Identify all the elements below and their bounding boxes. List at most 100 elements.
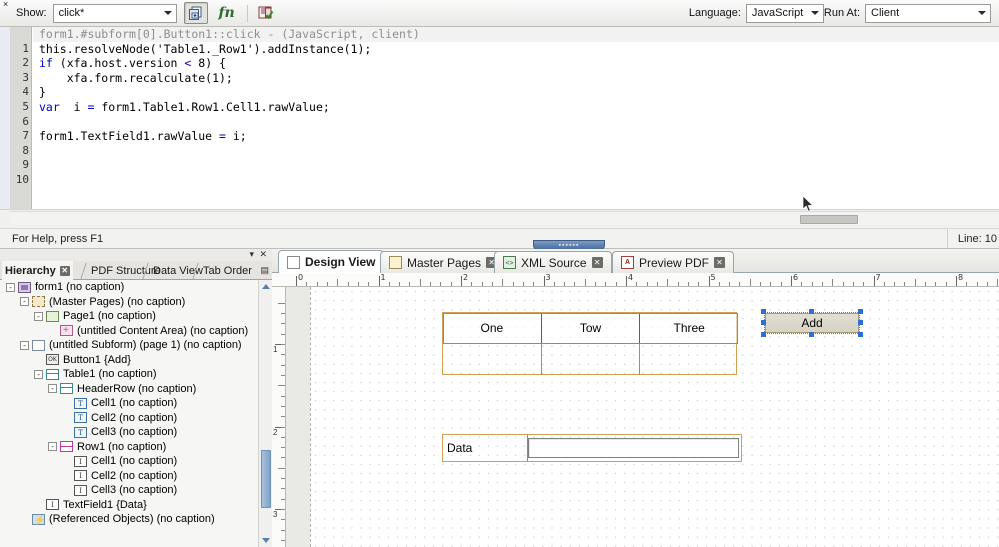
tree-node[interactable]: - (Master Pages) (no caption): [0, 295, 258, 310]
table-body-cell[interactable]: [443, 344, 542, 375]
code-line[interactable]: xfa.form.recalculate(1);: [33, 71, 999, 86]
code-line[interactable]: if (xfa.host.version < 8) {: [33, 56, 999, 71]
resize-handle-se[interactable]: [858, 332, 863, 337]
close-icon[interactable]: ×: [3, 0, 8, 9]
tree-node[interactable]: (untitled Content Area) (no caption): [0, 324, 258, 339]
code-line[interactable]: [33, 144, 999, 159]
design-tab-master-pages[interactable]: Master Pages ✕: [380, 251, 507, 273]
collapse-toggle-icon[interactable]: -: [34, 369, 43, 379]
show-event-dropdown[interactable]: click*: [52, 3, 177, 23]
design-tab-design-view[interactable]: Design View: [278, 250, 385, 273]
tree-node[interactable]: I Cell1 (no caption): [0, 454, 258, 469]
collapse-toggle-icon[interactable]: -: [48, 442, 57, 452]
editor-horizontal-scrollbar[interactable]: [10, 211, 999, 225]
chevron-down-icon[interactable]: ▾: [249, 249, 254, 259]
resize-handle-ne[interactable]: [858, 309, 863, 314]
scroll-up-arrow-icon[interactable]: [262, 284, 270, 289]
tree-node-label: Cell3 (no caption): [91, 484, 178, 496]
tree-node[interactable]: I Cell3 (no caption): [0, 483, 258, 498]
horizontal-ruler[interactable]: 0 1 2 3 4 5 6 7 8: [272, 273, 999, 287]
resize-handle-nw[interactable]: [761, 309, 766, 314]
hierarchy-tab-tab-order[interactable]: Tab Order: [200, 261, 255, 280]
close-icon[interactable]: ✕: [591, 257, 603, 268]
ruler-major-tick: [461, 276, 462, 286]
tree-node[interactable]: - (untitled Subform) (page 1) (no caption…: [0, 338, 258, 353]
tree-node[interactable]: T Cell3 (no caption): [0, 425, 258, 440]
design-table[interactable]: One Tow Three: [442, 312, 739, 375]
resize-handle-n[interactable]: [809, 309, 814, 314]
ruler-minor-tick: [832, 279, 834, 286]
tree-node[interactable]: - Row1 (no caption): [0, 440, 258, 455]
scroll-down-arrow-icon[interactable]: [262, 538, 270, 543]
tree-node[interactable]: - Table1 (no caption): [0, 367, 258, 382]
ruler-minor-tick: [502, 279, 504, 286]
hierarchy-tab-hierarchy[interactable]: Hierarchy ✕: [2, 261, 73, 280]
hierarchy-vertical-scrollbar[interactable]: [258, 280, 272, 547]
resize-handle-e[interactable]: [858, 320, 863, 325]
code-line[interactable]: this.resolveNode('Table1._Row1').addInst…: [33, 42, 999, 57]
code-line[interactable]: form1.TextField1.rawValue = i;: [33, 129, 999, 144]
tree-node[interactable]: - Page1 (no caption): [0, 309, 258, 324]
code-line[interactable]: [33, 158, 999, 173]
tree-node[interactable]: OK Button1 {Add}: [0, 353, 258, 368]
design-tab-xml-source[interactable]: <> XML Source ✕: [494, 251, 612, 273]
collapse-toggle-icon[interactable]: -: [48, 384, 57, 394]
tree-node[interactable]: (Referenced Objects) (no caption): [0, 512, 258, 527]
collapse-toggle-icon[interactable]: -: [20, 340, 29, 350]
hierarchy-scroll-thumb[interactable]: [261, 450, 271, 508]
tab-overflow-menu-icon[interactable]: ▤: [260, 265, 269, 276]
table-body-row[interactable]: [443, 344, 738, 375]
tree-node[interactable]: T Cell2 (no caption): [0, 411, 258, 426]
code-text-area[interactable]: form1.#subform[0].Button1::click - (Java…: [33, 27, 999, 209]
design-canvas[interactable]: One Tow Three Add Data: [286, 287, 999, 547]
add-button-selection[interactable]: Add: [761, 309, 863, 337]
table-body-cell[interactable]: [640, 344, 738, 375]
table-header-row[interactable]: One Tow Three: [443, 313, 739, 344]
add-button[interactable]: Add: [765, 313, 859, 333]
form-page-sheet[interactable]: One Tow Three Add Data: [310, 287, 999, 547]
code-line[interactable]: }: [33, 85, 999, 100]
code-line[interactable]: [33, 173, 999, 188]
script-editor[interactable]: 012345678910 form1.#subform[0].Button1::…: [0, 27, 999, 210]
collapse-toggle-icon[interactable]: -: [34, 311, 43, 321]
table-header-cell[interactable]: Tow: [541, 313, 641, 343]
close-icon[interactable]: ✕: [59, 265, 70, 276]
tree-node[interactable]: I Cell2 (no caption): [0, 469, 258, 484]
function-builder-button[interactable]: fn: [215, 2, 239, 24]
chevron-down-icon: [978, 11, 986, 15]
data-text-field[interactable]: Data: [442, 434, 742, 462]
code-line[interactable]: var i = form1.Table1.Row1.Cell1.rawValue…: [33, 100, 999, 115]
vertical-ruler[interactable]: 1 2 3: [272, 287, 286, 547]
resize-handle-sw[interactable]: [761, 332, 766, 337]
language-dropdown[interactable]: JavaScript: [745, 3, 824, 23]
validate-script-button[interactable]: [254, 2, 278, 24]
close-icon[interactable]: ✕: [259, 249, 267, 259]
code-line[interactable]: [33, 115, 999, 130]
collapse-toggle-icon[interactable]: -: [20, 297, 29, 307]
tree-node[interactable]: - form1 (no caption): [0, 280, 258, 295]
field-icon: I: [46, 499, 59, 511]
tree-node[interactable]: I TextField1 {Data}: [0, 498, 258, 513]
table-body-cell[interactable]: [542, 344, 641, 375]
resize-handle-w[interactable]: [761, 320, 766, 325]
runat-dropdown[interactable]: Client: [865, 3, 991, 23]
hierarchy-tree[interactable]: - form1 (no caption) - (Master Pages) (no c…: [0, 280, 258, 547]
collapse-toggle-icon[interactable]: -: [6, 282, 15, 292]
tree-node-label: Cell3 (no caption): [91, 426, 178, 438]
tree-node[interactable]: - HeaderRow (no caption): [0, 382, 258, 397]
resize-handle-s[interactable]: [809, 332, 814, 337]
design-tab-preview-pdf[interactable]: A Preview PDF ✕: [612, 251, 735, 273]
editor-scroll-thumb[interactable]: [800, 215, 858, 224]
table-header-cell[interactable]: One: [443, 313, 542, 343]
data-field-input[interactable]: [528, 438, 739, 458]
ruler-minor-tick: [584, 279, 586, 286]
tree-node[interactable]: T Cell1 (no caption): [0, 396, 258, 411]
table-header-cell[interactable]: Three: [640, 313, 739, 343]
close-icon[interactable]: ✕: [714, 257, 726, 268]
add-page-button[interactable]: [183, 2, 208, 24]
form-icon: [18, 281, 31, 293]
hierarchy-panel: ▾ ✕ ▤ Hierarchy ✕ PDF Structure Data View Ta…: [0, 249, 272, 547]
status-help-text: For Help, press F1: [12, 232, 104, 245]
